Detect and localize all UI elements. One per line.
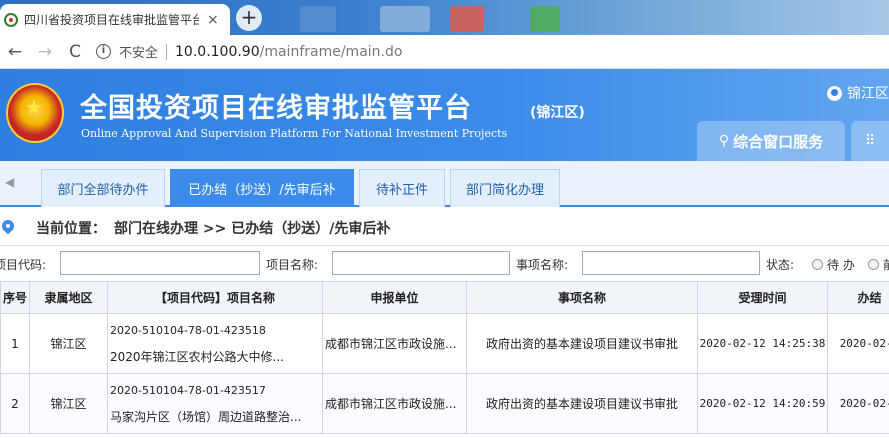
page: 四川省投资项目在线审批监管平台 × + ← → C i 不安全 10.0.100… <box>0 0 889 438</box>
location-pin-icon <box>2 220 14 236</box>
column-header[interactable]: 【项目代码】项目名称 <box>107 281 323 314</box>
tab-department-pending[interactable]: 部门全部待办件 <box>41 169 165 207</box>
accepted-time: 2020-02-12 14:25:38 <box>697 313 828 374</box>
matter-name-input[interactable] <box>582 251 760 275</box>
table-row[interactable]: 2 锦江区 2020-510104-78-01-423517 马家沟片区（场馆）… <box>0 373 889 434</box>
project-code-input[interactable] <box>60 251 260 275</box>
national-emblem-icon <box>6 83 64 143</box>
breadcrumb-path: 部门在线办理 >> 已办结（抄送）/先审后补 <box>114 221 391 237</box>
radio-circle <box>812 259 823 270</box>
more-services-button[interactable]: ⠿ <box>851 121 889 161</box>
browser-tab[interactable]: 四川省投资项目在线审批监管平台 × <box>0 4 230 35</box>
project-code: 2020-510104-78-01-423518 <box>110 323 266 337</box>
grid-icon: ⠿ <box>865 133 876 149</box>
close-tab-icon[interactable]: × <box>207 12 219 28</box>
project-name-input[interactable] <box>332 251 510 275</box>
completed-time: 2020-02-1 <box>827 313 889 374</box>
row-number: 2 <box>0 373 30 434</box>
status-radio-other[interactable]: 前 <box>868 256 889 273</box>
background-window <box>300 6 336 32</box>
column-header[interactable]: 办结 <box>827 281 889 314</box>
status-radio-pending[interactable]: 待 办 <box>812 256 855 273</box>
row-region: 锦江区 <box>29 313 108 374</box>
service-icon: ⚲ <box>718 133 730 149</box>
tab-simplified-handling[interactable]: 部门简化办理 <box>450 169 560 207</box>
project-name[interactable]: 2020年锦江区农村公路大中修... <box>110 344 322 370</box>
project-cell[interactable]: 2020-510104-78-01-423517 马家沟片区（场馆）周边道路整治… <box>107 373 323 434</box>
site-region: (锦江区) <box>530 105 585 121</box>
status-label: 状态: <box>766 258 795 272</box>
background-window <box>530 6 560 32</box>
user-name: 锦江区 <box>847 86 889 102</box>
tabs-prev-arrow-icon[interactable]: ◀ <box>5 175 14 189</box>
completed-time: 2020-02-1 <box>827 373 889 434</box>
site-subtitle: Online Approval And Supervision Platform… <box>81 127 508 140</box>
user-icon <box>827 85 842 101</box>
browser-tab-strip: 四川省投资项目在线审批监管平台 × + <box>0 0 889 35</box>
address-bar: ← → C i 不安全 10.0.100.90 /mainframe/main.… <box>0 35 889 69</box>
table-header-row: 序号 隶属地区 【项目代码】项目名称 申报单位 事项名称 受理时间 办结 <box>0 281 889 314</box>
status-option-label: 待 办 <box>827 258 855 272</box>
matter-name: 政府出资的基本建设项目建议书审批 <box>466 373 698 434</box>
url-host: 10.0.100.90 <box>175 43 260 60</box>
table-row[interactable]: 1 锦江区 2020-510104-78-01-423518 2020年锦江区农… <box>0 313 889 374</box>
matter-name: 政府出资的基本建设项目建议书审批 <box>466 313 698 374</box>
results-table: 序号 隶属地区 【项目代码】项目名称 申报单位 事项名称 受理时间 办结 1 锦… <box>0 281 889 434</box>
project-code: 2020-510104-78-01-423517 <box>110 383 266 397</box>
omnibox[interactable]: i 不安全 10.0.100.90 /mainframe/main.do <box>96 39 402 65</box>
matter-name-label: 事项名称: <box>516 258 569 272</box>
site-banner: 全国投资项目在线审批监管平台 (锦江区) Online Approval And… <box>0 69 889 161</box>
radio-circle <box>868 259 879 270</box>
reload-button[interactable]: C <box>60 42 90 62</box>
tab-completed-copied[interactable]: 已办结（抄送）/先审后补 <box>170 169 354 207</box>
applicant-unit: 成都市锦江区市政设施... <box>322 373 467 434</box>
site-favicon-icon <box>4 12 18 27</box>
project-name-label: 项目名称: <box>266 258 319 272</box>
back-button[interactable]: ← <box>0 42 30 62</box>
applicant-unit: 成都市锦江区市政设施... <box>322 313 467 374</box>
project-code-label: 项目代码: <box>0 258 47 272</box>
row-region: 锦江区 <box>29 373 108 434</box>
tab-pending-correction[interactable]: 待补正件 <box>359 169 445 207</box>
status-option-label: 前 <box>883 256 889 273</box>
breadcrumb: 当前位置： 部门在线办理 >> 已办结（抄送）/先审后补 <box>0 211 889 245</box>
background-window <box>450 6 484 32</box>
row-number: 1 <box>0 313 30 374</box>
breadcrumb-label: 当前位置： <box>36 221 106 237</box>
background-window <box>380 6 430 32</box>
column-header[interactable]: 申报单位 <box>322 281 467 314</box>
url-path: /mainframe/main.do <box>259 43 403 60</box>
forward-button[interactable]: → <box>30 42 60 62</box>
module-tabs: ◀ 部门全部待办件 已办结（抄送）/先审后补 待补正件 部门简化办理 <box>0 161 889 207</box>
project-name[interactable]: 马家沟片区（场馆）周边道路整治... <box>110 404 322 430</box>
new-tab-button[interactable]: + <box>236 5 262 31</box>
accepted-time: 2020-02-12 14:20:59 <box>697 373 828 434</box>
service-window-label: 综合窗口服务 <box>733 132 824 151</box>
project-cell[interactable]: 2020-510104-78-01-423518 2020年锦江区农村公路大中修… <box>107 313 323 374</box>
tab-title: 四川省投资项目在线审批监管平台 <box>24 13 199 27</box>
info-icon[interactable]: i <box>96 44 111 59</box>
user-menu[interactable]: 锦江区 <box>827 83 889 103</box>
filter-bar: 项目代码: 项目名称: 事项名称: 状态: 待 办 前 <box>0 245 889 281</box>
column-header[interactable]: 序号 <box>0 281 30 314</box>
security-label: 不安全 <box>119 46 159 61</box>
column-header[interactable]: 受理时间 <box>697 281 828 314</box>
divider <box>166 43 168 60</box>
column-header[interactable]: 事项名称 <box>466 281 698 314</box>
column-header[interactable]: 隶属地区 <box>29 281 108 314</box>
service-window-button[interactable]: ⚲ 综合窗口服务 <box>697 121 845 161</box>
site-title: 全国投资项目在线审批监管平台 <box>80 93 472 124</box>
